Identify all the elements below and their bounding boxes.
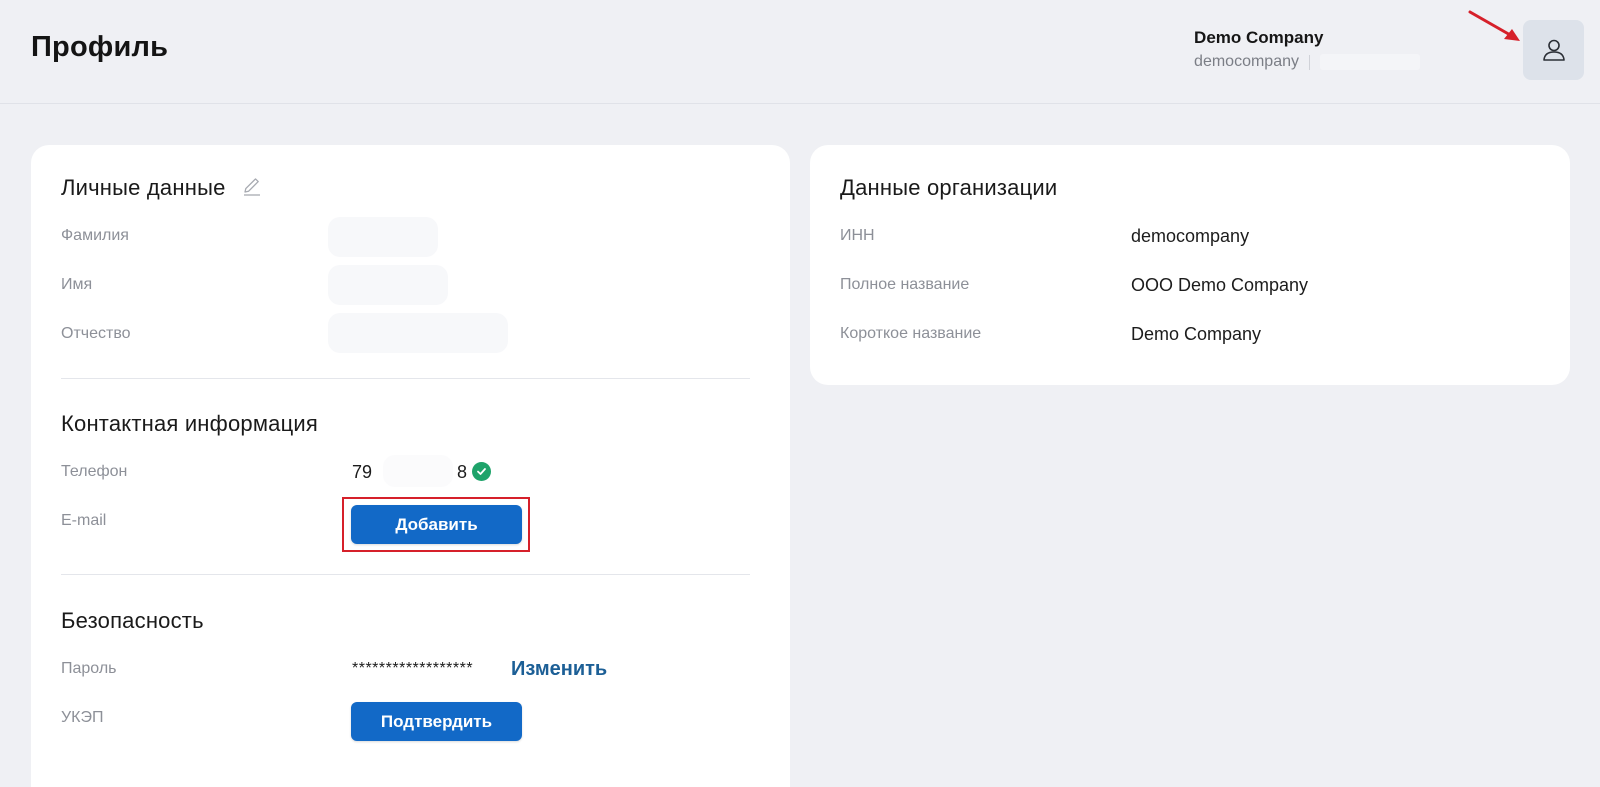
confirm-ukep-button[interactable]: Подтвердить [351,702,522,741]
company-separator [1309,54,1310,70]
phone-value-suffix: 8 [457,462,468,482]
contact-info-title: Контактная информация [61,411,318,436]
phone-label: Телефон [61,463,128,480]
lastname-value-blurred [328,217,438,257]
company-login: democompany [1194,53,1299,70]
profile-avatar-button[interactable] [1523,20,1584,80]
ukep-label: УКЭП [61,709,104,726]
organization-card: Данные организации ИНН democompany Полно… [810,145,1570,385]
page-title: Профиль [31,31,169,63]
phone-value-blurred [383,455,453,487]
company-sub: democompany [1194,53,1420,71]
short-name-value: Demo Company [1131,324,1262,344]
phone-value-prefix: 79 [352,462,373,482]
company-extra-blurred [1320,54,1420,70]
red-arrow-annotation [1468,10,1520,41]
patronymic-label: Отчество [61,325,131,342]
page-header: Профиль Demo Company democompany [0,0,1600,104]
password-masked-value: ****************** [352,660,474,677]
short-name-label: Короткое название [840,325,982,342]
section-divider [61,574,750,575]
section-divider [61,378,750,379]
password-label: Пароль [61,660,117,677]
firstname-value-blurred [328,265,448,305]
change-password-link[interactable]: Изменить [511,658,607,681]
organization-title: Данные организации [840,175,1058,200]
firstname-label: Имя [61,276,93,293]
check-circle-icon [472,462,491,481]
company-switcher[interactable]: Demo Company democompany [1194,28,1420,71]
full-name-label: Полное название [840,276,970,293]
security-title: Безопасность [61,608,204,633]
pencil-icon[interactable] [241,175,263,197]
add-email-button[interactable]: Добавить [351,505,522,544]
inn-label: ИНН [840,227,875,244]
patronymic-value-blurred [328,313,508,353]
lastname-label: Фамилия [61,227,129,244]
inn-value: democompany [1131,226,1250,246]
email-label: E-mail [61,512,107,529]
user-icon [1542,39,1565,61]
full-name-value: ООО Demo Company [1131,275,1309,295]
profile-card: Личные данные Фамилия Имя Отчество Конта… [31,145,790,787]
personal-data-title: Личные данные [61,175,226,200]
company-name: Demo Company [1194,28,1324,47]
